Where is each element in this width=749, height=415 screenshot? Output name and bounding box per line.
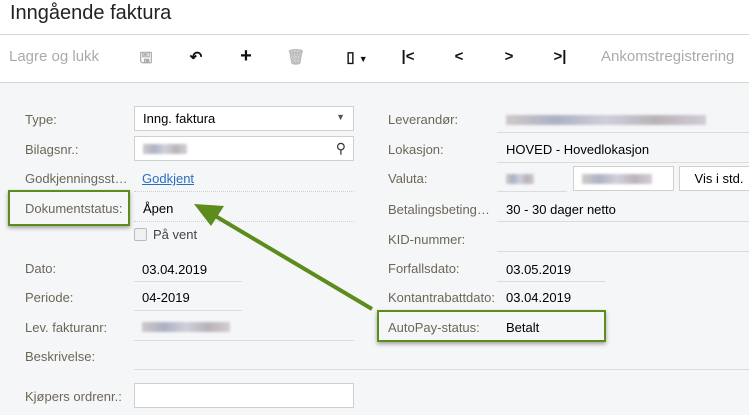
arrow-head [194, 204, 224, 226]
annotation-arrow [194, 204, 374, 311]
arrow-shaft [210, 212, 374, 311]
